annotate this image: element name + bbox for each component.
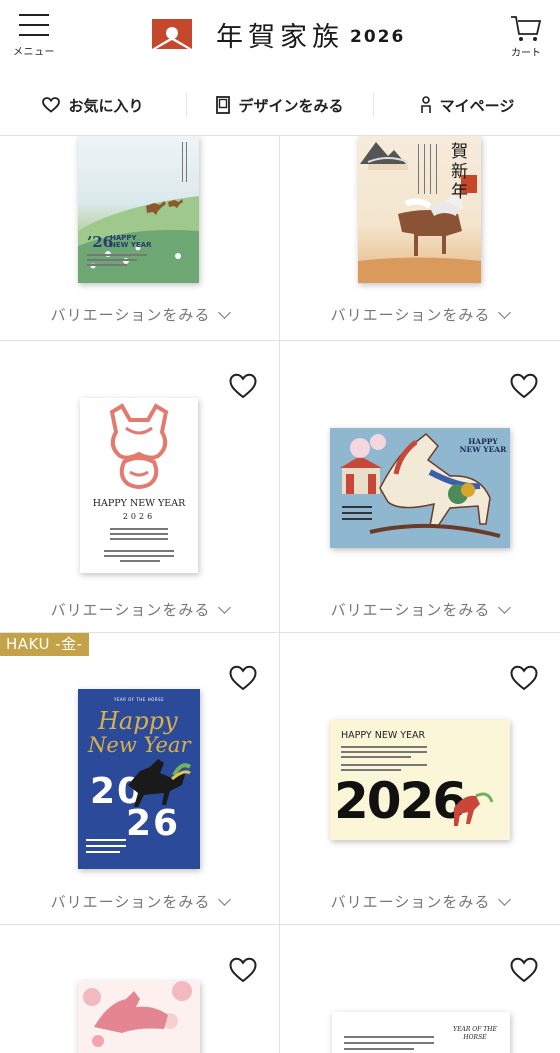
heart-icon (42, 97, 61, 113)
variation-link[interactable]: バリエーションをみる (280, 599, 560, 620)
cart-label: カート (511, 48, 541, 59)
pink-horse-illustration (83, 981, 192, 1047)
variation-label: バリエーションをみる (50, 893, 211, 911)
card-year: 2026 (122, 512, 156, 521)
favorite-heart-icon[interactable] (510, 373, 538, 399)
design-cell[interactable]: HAKU -金- YEAR OF THE HORSE Happy New Yea… (0, 633, 280, 925)
variation-link[interactable]: バリエーションをみる (0, 599, 279, 620)
design-card-image[interactable]: ’26 HAPPY NEW YEAR (78, 136, 199, 283)
design-cell[interactable]: HAPPY NEW YEAR 2026 バリエーションをみる (0, 341, 280, 633)
logo[interactable]: 年賀家族 2026 (152, 18, 406, 53)
variation-label: バリエーションをみる (330, 306, 491, 324)
chevron-down-icon (498, 601, 512, 614)
nav-designs-label: デザインをみる (238, 96, 344, 115)
card-small-heading: YEAR OF THE HORSE (453, 1026, 497, 1041)
variation-link[interactable]: バリエーションをみる (0, 891, 279, 912)
nav-favorites[interactable]: お気に入り (0, 93, 186, 117)
variation-label: バリエーションをみる (330, 601, 491, 619)
chevron-down-icon (218, 601, 232, 614)
favorite-heart-icon[interactable] (510, 957, 538, 983)
design-card-image[interactable]: YEAR OF THE HORSE Happy New Year 20 26 (78, 689, 200, 869)
design-cell[interactable]: HAPPY NEW YEAR バリエーションをみる (280, 341, 560, 633)
card-greeting: HAPPY NEW YEAR (459, 437, 507, 454)
cart-icon (511, 16, 542, 41)
hamburger-icon-bar (19, 24, 49, 26)
chevron-down-icon (218, 893, 232, 906)
horse-silhouette-illustration (128, 759, 192, 807)
chevron-down-icon (218, 306, 232, 319)
favorite-heart-icon[interactable] (229, 373, 257, 399)
design-card-image[interactable]: HAPPY NEW YEAR 2026 (80, 398, 198, 573)
nav-favorites-label: お気に入り (68, 96, 144, 115)
design-card-image[interactable]: YEAR OF THE HORSE (332, 1012, 510, 1053)
favorite-heart-icon[interactable] (229, 665, 257, 691)
nav-designs[interactable]: デザインをみる (186, 93, 373, 117)
person-icon (420, 96, 431, 113)
variation-link[interactable]: バリエーションをみる (280, 304, 560, 325)
variation-link[interactable]: バリエーションをみる (280, 891, 560, 912)
variation-label: バリエーションをみる (50, 601, 211, 619)
sub-nav: お気に入り デザインをみる マイページ (0, 75, 560, 136)
haku-badge: HAKU -金- (0, 633, 89, 656)
menu-label: メニュー (13, 47, 55, 58)
design-card-image[interactable] (78, 981, 200, 1053)
design-card-image[interactable]: HAPPY NEW YEAR 2026 (330, 720, 510, 840)
variation-label: バリエーションをみる (50, 306, 211, 324)
hamburger-icon-bar (19, 34, 49, 36)
logo-text: 年賀家族 (216, 21, 344, 53)
design-card-image[interactable]: HAPPY NEW YEAR (330, 428, 510, 548)
card-title: 賀新年 (451, 142, 468, 202)
card-greeting: HAPPY NEW YEAR (110, 234, 152, 249)
card-greeting: HAPPY NEW YEAR (92, 498, 186, 509)
variation-link[interactable]: バリエーションをみる (0, 304, 279, 325)
cart-button[interactable]: カート (508, 14, 544, 59)
hamburger-icon (19, 14, 49, 16)
design-cell[interactable]: 賀新年 バリエーションをみる (280, 136, 560, 341)
design-cell[interactable] (0, 925, 280, 1053)
variation-label: バリエーションをみる (330, 893, 491, 911)
chevron-down-icon (498, 306, 512, 319)
design-card-image[interactable]: 賀新年 (358, 136, 481, 283)
chevron-down-icon (498, 893, 512, 906)
design-cell[interactable]: ’26 HAPPY NEW YEAR バリエーションをみる (0, 136, 280, 341)
card-icon (216, 96, 231, 114)
design-cell[interactable]: YEAR OF THE HORSE (280, 925, 560, 1053)
favorite-heart-icon[interactable] (229, 957, 257, 983)
nav-mypage[interactable]: マイページ (373, 93, 560, 117)
design-cell[interactable]: HAPPY NEW YEAR 2026 バリエーションをみる (280, 633, 560, 925)
menu-button[interactable]: メニュー (13, 14, 55, 58)
red-horse-illustration (454, 792, 494, 826)
logo-mark-icon (152, 19, 192, 49)
favorite-heart-icon[interactable] (510, 665, 538, 691)
nav-mypage-label: マイページ (439, 96, 515, 115)
mizuhiki-knot-illustration (109, 403, 169, 489)
app-header: メニュー 年賀家族 2026 カート (0, 0, 560, 75)
logo-year: 2026 (350, 26, 406, 47)
